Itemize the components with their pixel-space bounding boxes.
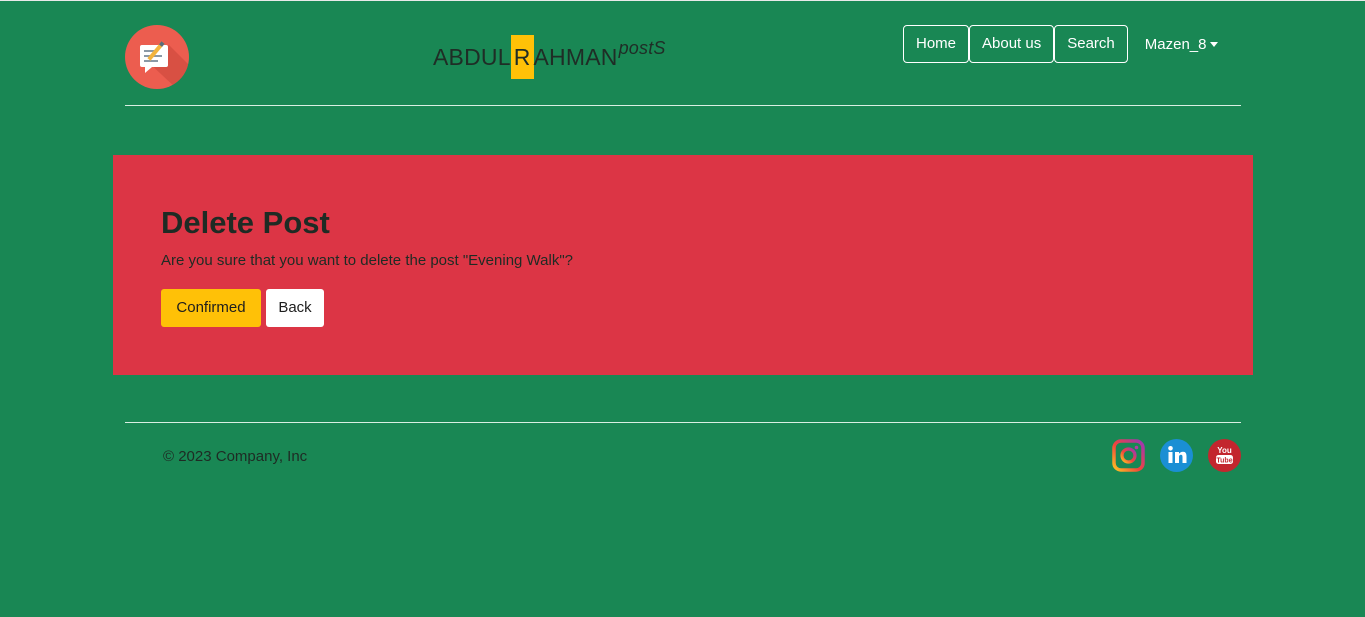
copyright-text: © 2023 Company, Inc (163, 448, 308, 465)
youtube-icon: You Tube (1208, 439, 1241, 472)
footer-divider (125, 422, 1241, 423)
confirm-button[interactable]: Confirmed (161, 289, 261, 327)
nav-search-button[interactable]: Search (1054, 25, 1128, 63)
delete-post-panel: Delete Post Are you sure that you want t… (113, 155, 1253, 375)
user-dropdown[interactable]: Mazen_8 (1145, 36, 1219, 53)
brand-part-2: AHMAN (533, 43, 618, 70)
youtube-link[interactable]: You Tube (1208, 439, 1241, 472)
linkedin-link[interactable] (1160, 439, 1193, 472)
nav-home-button[interactable]: Home (903, 25, 970, 63)
instagram-icon (1112, 439, 1145, 472)
svg-text:You: You (1217, 446, 1232, 455)
page: ABDUL R AHMAN postS Home About us Search… (0, 0, 1365, 617)
brand-part-1: ABDUL (433, 43, 511, 70)
nav-about-button[interactable]: About us (969, 25, 1055, 63)
caret-down-icon (1210, 41, 1219, 47)
header-divider (125, 105, 1241, 106)
page-title: Delete Post (161, 205, 330, 240)
user-name: Mazen_8 (1144, 35, 1207, 53)
site-logo[interactable] (125, 25, 189, 89)
brand-suffix: postS (618, 37, 666, 58)
notepad-pencil-icon (140, 41, 189, 89)
main-nav: Home About us Search Mazen_8 (903, 25, 1219, 63)
linkedin-icon (1160, 439, 1193, 472)
svg-text:Tube: Tube (1216, 457, 1232, 464)
back-button[interactable]: Back (266, 289, 324, 327)
site-brand[interactable]: ABDUL R AHMAN postS (433, 35, 666, 79)
delete-confirm-message: Are you sure that you want to delete the… (161, 252, 573, 269)
brand-highlight-letter: R (510, 35, 534, 79)
instagram-link[interactable] (1112, 439, 1145, 472)
